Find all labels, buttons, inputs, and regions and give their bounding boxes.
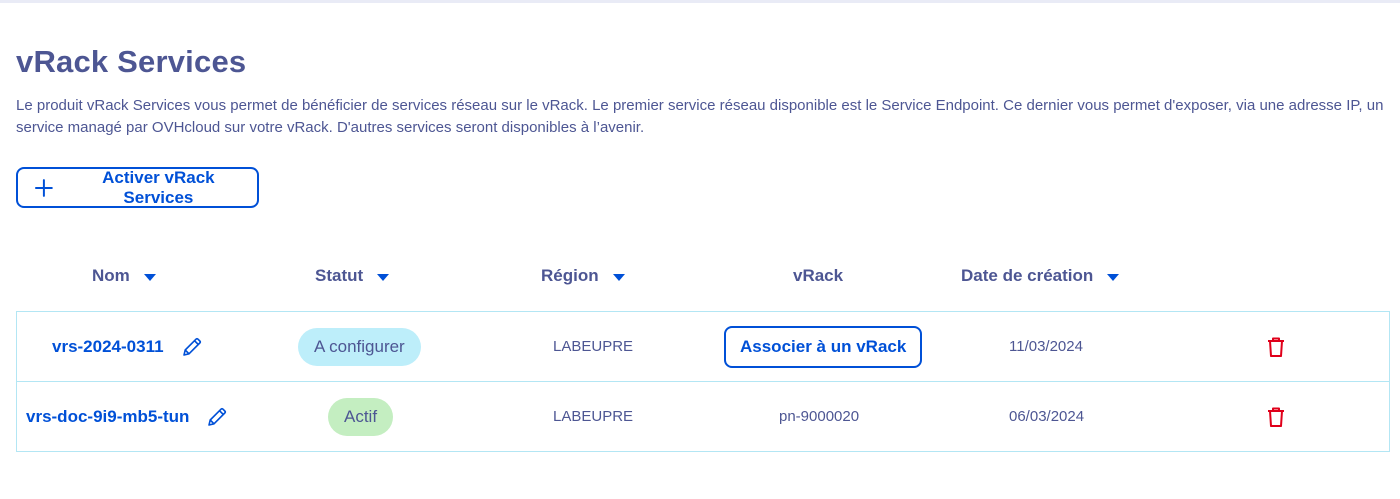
table-row-2-actions-cell bbox=[1265, 405, 1287, 429]
column-header-region: Région bbox=[541, 266, 625, 286]
activate-vrack-services-button[interactable]: Activer vRack Services bbox=[16, 167, 259, 208]
sort-region-caret-down-icon[interactable] bbox=[612, 273, 625, 281]
top-divider bbox=[0, 0, 1400, 3]
plus-icon bbox=[34, 178, 53, 197]
table-row-1-actions-cell bbox=[1265, 335, 1287, 359]
page-description: Le produit vRack Services vous permet de… bbox=[16, 97, 1384, 136]
table-row-2-region-cell: LABEUPRE bbox=[553, 408, 633, 425]
column-header-status: Statut bbox=[315, 266, 390, 286]
status-badge: A configurer bbox=[298, 328, 421, 366]
activate-button-label: Activer vRack Services bbox=[102, 167, 215, 207]
creation-date: 11/03/2024 bbox=[1009, 338, 1083, 355]
sort-status-caret-down-icon[interactable] bbox=[377, 273, 390, 281]
table-row-2-created-cell: 06/03/2024 bbox=[1009, 408, 1084, 425]
service-name-link[interactable]: vrs-doc-9i9-mb5-tun bbox=[26, 407, 189, 427]
status-badge: Actif bbox=[328, 398, 394, 436]
table-row-1-region-cell: LABEUPRE bbox=[553, 338, 633, 355]
sort-name-caret-down-icon[interactable] bbox=[143, 273, 156, 281]
column-header-region-label: Région bbox=[541, 266, 599, 285]
region-value: LABEUPRE bbox=[553, 338, 634, 355]
vrack-id: pn-9000020 bbox=[779, 408, 860, 425]
sort-created-caret-down-icon[interactable] bbox=[1107, 273, 1120, 281]
delete-trash-icon[interactable] bbox=[1265, 335, 1287, 359]
service-name-link[interactable]: vrs-2024-0311 bbox=[52, 337, 164, 357]
column-header-vrack-label: vRack bbox=[793, 266, 844, 285]
table-row-2-status-cell: Actif bbox=[328, 398, 394, 436]
associate-vrack-button[interactable]: Associer à un vRack bbox=[724, 326, 923, 368]
column-header-name-label: Nom bbox=[92, 266, 130, 285]
page-title: vRack Services bbox=[16, 44, 247, 79]
table-row-1-status-cell: A configurer bbox=[298, 328, 421, 366]
table-row-2-name-cell: vrs-doc-9i9-mb5-tun bbox=[26, 402, 229, 432]
edit-pencil-icon[interactable] bbox=[205, 405, 229, 429]
creation-date: 06/03/2024 bbox=[1009, 408, 1085, 425]
edit-pencil-icon[interactable] bbox=[180, 335, 204, 359]
column-header-created: Date de création bbox=[961, 266, 1120, 286]
column-header-vrack: vRack bbox=[793, 266, 843, 286]
table-row-1-created-cell: 11/03/2024 bbox=[1009, 338, 1083, 355]
row-divider bbox=[17, 381, 1389, 382]
region-value: LABEUPRE bbox=[553, 408, 634, 425]
column-header-status-label: Statut bbox=[315, 266, 364, 285]
table-row-2-vrack-cell: pn-9000020 bbox=[779, 408, 859, 425]
table-row-1-vrack-cell: Associer à un vRack bbox=[724, 326, 923, 368]
table-row-1-name-cell: vrs-2024-0311 bbox=[52, 332, 204, 362]
column-header-name: Nom bbox=[92, 266, 156, 286]
services-table: vrs-2024-0311 A configurer LABEUPRE Asso… bbox=[16, 311, 1390, 452]
column-header-created-label: Date de création bbox=[961, 266, 1094, 285]
delete-trash-icon[interactable] bbox=[1265, 405, 1287, 429]
